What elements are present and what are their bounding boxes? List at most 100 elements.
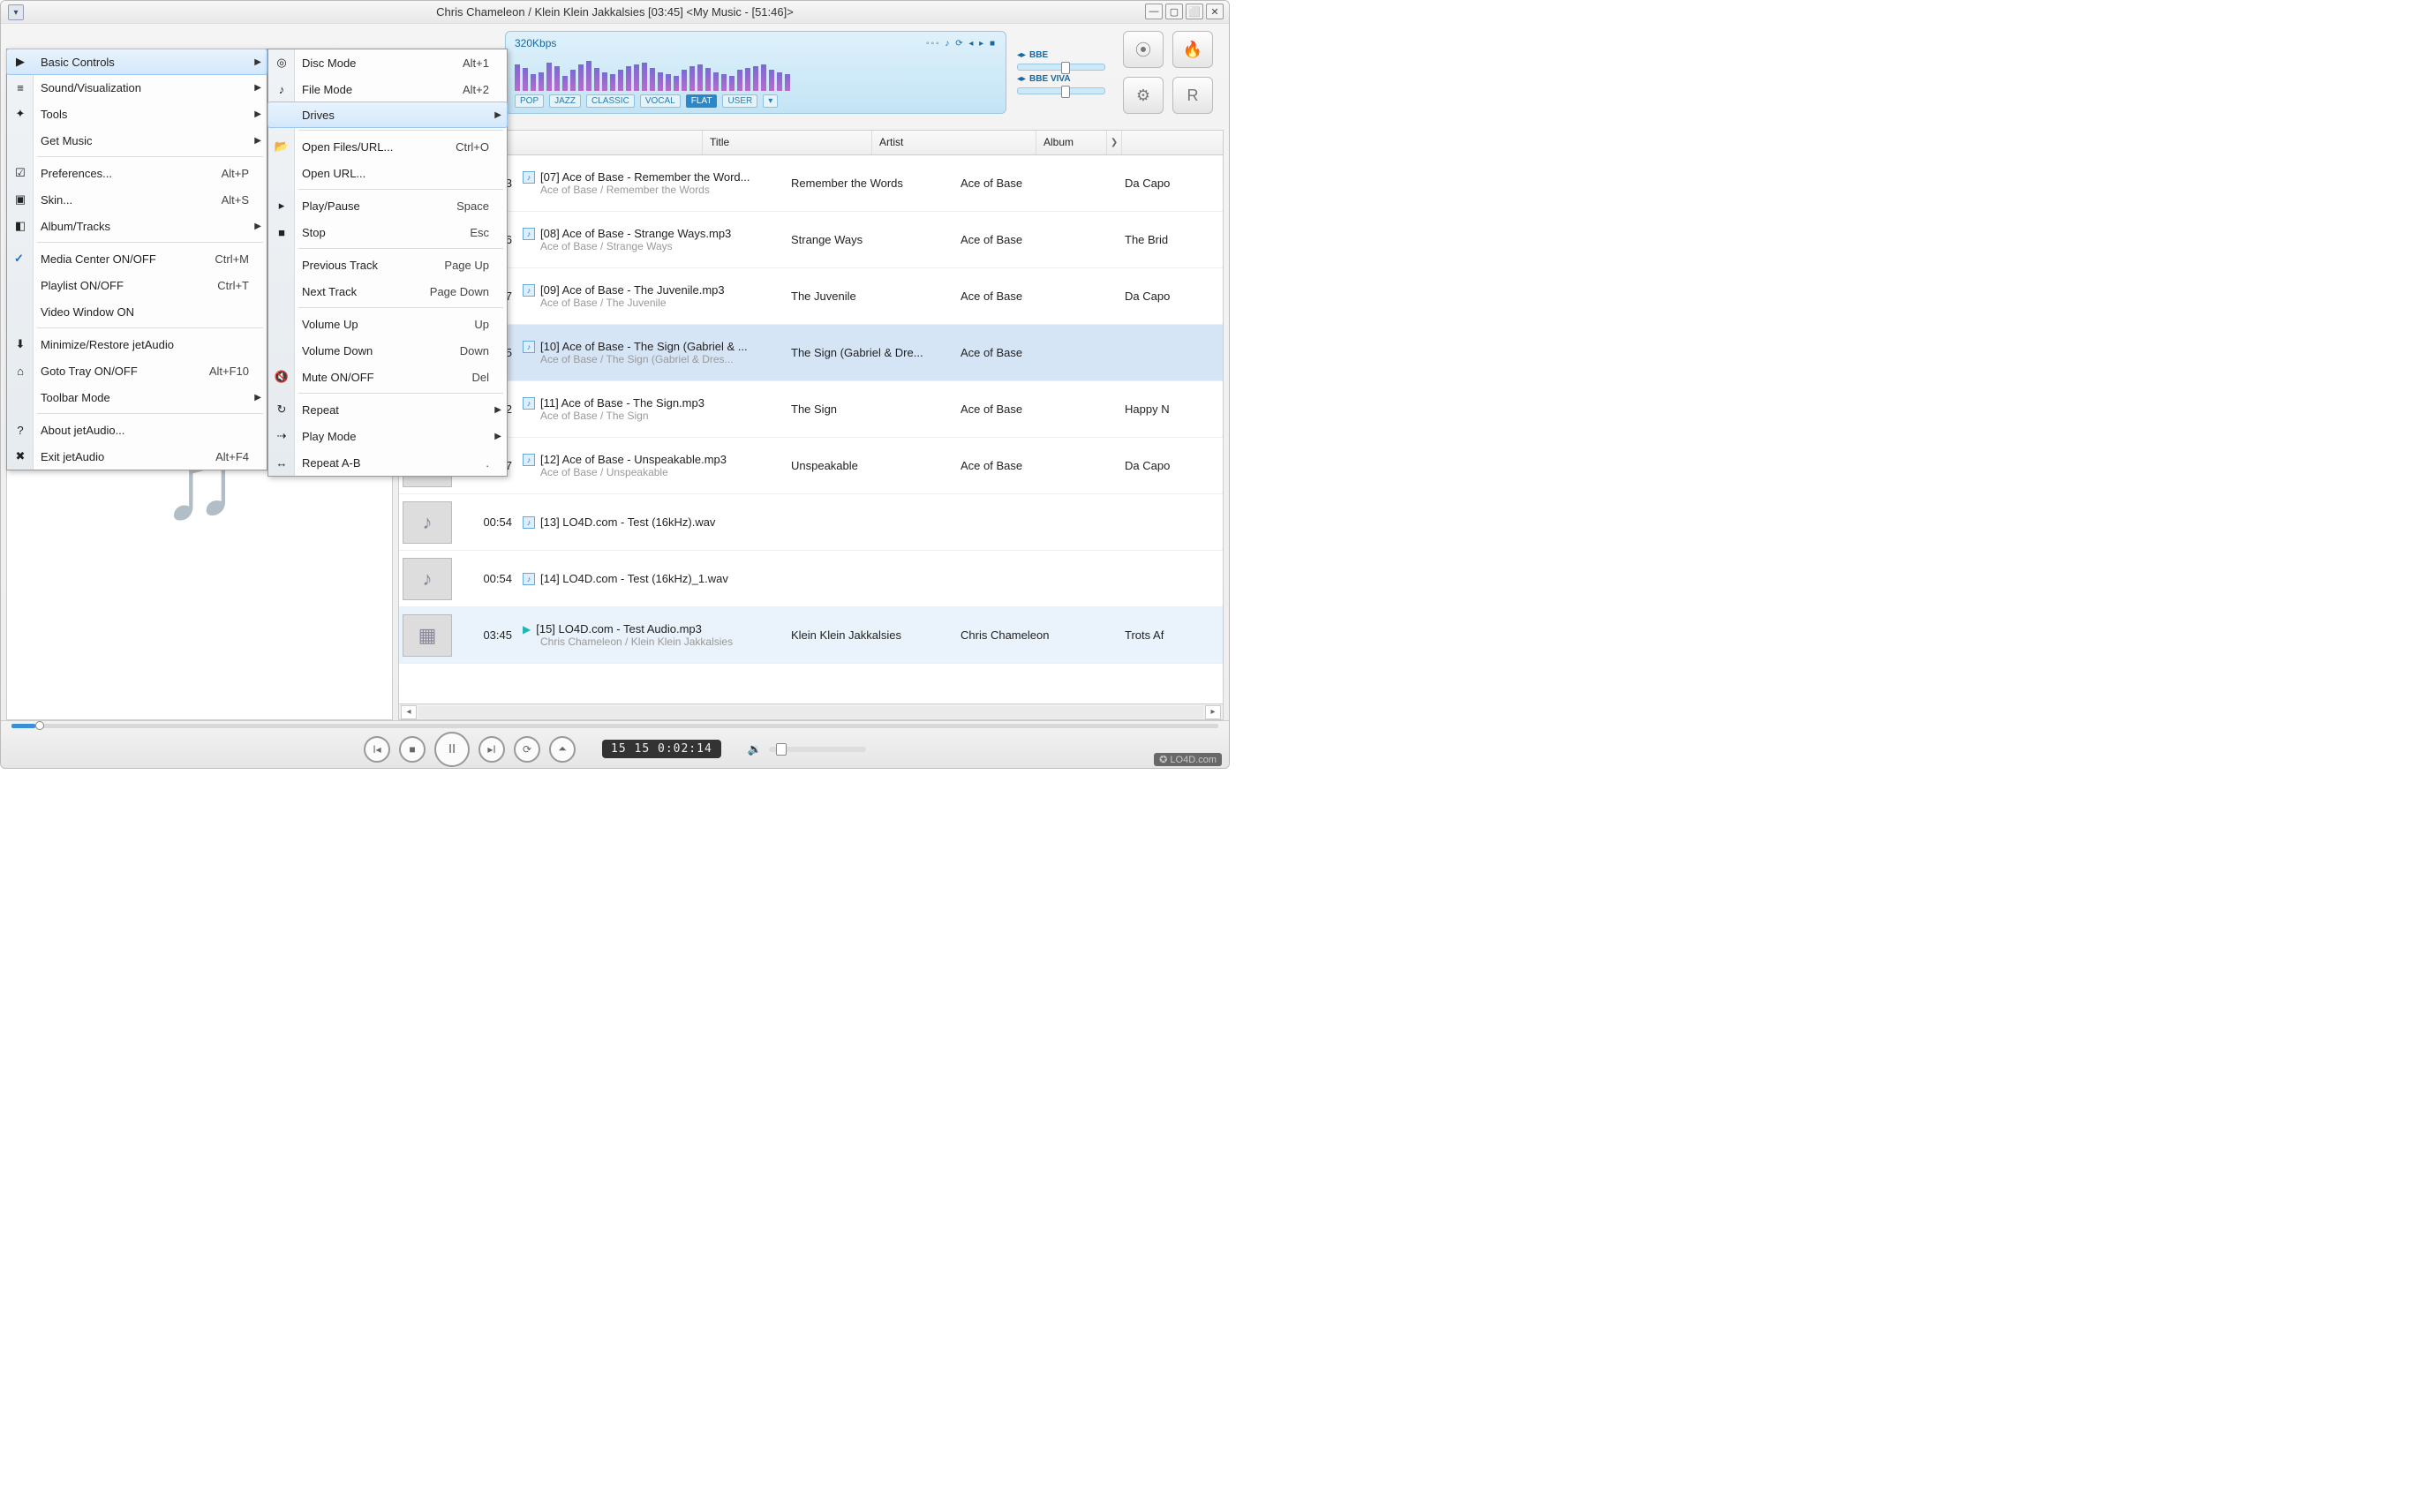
menu-item-volume-up[interactable]: Volume UpUp	[268, 311, 507, 337]
app-menu-button[interactable]: ▾	[8, 4, 24, 20]
maximize-button[interactable]: ⬜	[1186, 4, 1203, 19]
eq-bars[interactable]	[515, 49, 997, 94]
playlist-row[interactable]: ♪00:54♪[14] LO4D.com - Test (16kHz)_1.wa…	[399, 551, 1223, 607]
menu-item-album-tracks[interactable]: ◧Album/Tracks▶	[7, 213, 267, 239]
hscroll-track[interactable]	[418, 706, 1203, 718]
menu-item-mute-on-off[interactable]: 🔇Mute ON/OFFDel	[268, 364, 507, 390]
seek-bar[interactable]	[1, 721, 1229, 730]
menu-item-label: Goto Tray ON/OFF	[41, 365, 138, 378]
eq-preset-pop[interactable]: POP	[515, 94, 544, 108]
horizontal-scrollbar[interactable]: ◂ ▸	[399, 703, 1223, 719]
menu-item-label: Tools	[41, 108, 67, 121]
filename-text: [15] LO4D.com - Test Audio.mp3	[536, 622, 702, 636]
album-cell: Da Capo	[1125, 290, 1195, 303]
menu-item-label: Media Center ON/OFF	[41, 252, 156, 266]
album-art-thumb: ♪	[403, 501, 452, 544]
menu-item-minimize-restore-jetaudio[interactable]: ⬇Minimize/Restore jetAudio	[7, 331, 267, 357]
eq-preset-flat[interactable]: FLAT	[686, 94, 718, 108]
menu-shortcut: Alt+S	[222, 193, 249, 207]
menu-item-stop[interactable]: ■StopEsc	[268, 219, 507, 245]
eject-button[interactable]: ⏶	[549, 736, 576, 763]
col-header-artist[interactable]: Artist	[872, 131, 1036, 154]
menu-item-repeat-a-b[interactable]: ↔Repeat A-B.	[268, 449, 507, 476]
volume-control[interactable]: 🔉	[748, 742, 866, 756]
menu-item-repeat[interactable]: ↻Repeat▶	[268, 396, 507, 423]
menu-item-skin[interactable]: ▣Skin...Alt+S	[7, 186, 267, 213]
album-art-thumb: ♪	[403, 558, 452, 600]
col-header-more[interactable]: ❯	[1107, 131, 1122, 154]
prev-button[interactable]: I◂	[364, 736, 390, 763]
eq-presets[interactable]: POP JAZZ CLASSIC VOCAL FLAT USER ▾	[515, 94, 997, 108]
close-button[interactable]: ✕	[1206, 4, 1224, 19]
bbe-slider[interactable]	[1017, 64, 1105, 71]
menu-item-get-music[interactable]: Get Music▶	[7, 127, 267, 154]
eq-preset-classic[interactable]: CLASSIC	[586, 94, 635, 108]
menu-item-playlist-on-off[interactable]: Playlist ON/OFFCtrl+T	[7, 272, 267, 298]
menu-item-disc-mode[interactable]: ◎Disc ModeAlt+1	[268, 49, 507, 76]
menu-item-drives[interactable]: Drives▶	[267, 102, 508, 128]
menu-item-label: Playlist ON/OFF	[41, 279, 124, 292]
menu-shortcut: Ctrl+M	[215, 252, 249, 266]
playlist-row[interactable]: ✦03:17♪[12] Ace of Base - Unspeakable.mp…	[399, 438, 1223, 494]
menu-item-tools[interactable]: ✦Tools▶	[7, 101, 267, 127]
menu-item-file-mode[interactable]: ♪File ModeAlt+2	[268, 76, 507, 102]
next-button[interactable]: ▸I	[478, 736, 505, 763]
main-context-menu[interactable]: ▶Basic Controls▶≡Sound/Visualization▶✦To…	[6, 49, 267, 470]
playlist-row[interactable]: ♪00:54♪[13] LO4D.com - Test (16kHz).wav	[399, 494, 1223, 551]
menu-item-media-center-on-off[interactable]: ✓ Media Center ON/OFF Ctrl+M	[7, 245, 267, 272]
submenu-arrow-icon: ▶	[254, 136, 261, 146]
playlist-row[interactable]: ●12♪[11] Ace of Base - The Sign.mp3Ace o…	[399, 381, 1223, 438]
menu-item-icon: ▶	[12, 54, 28, 70]
playlist-row[interactable]: ●47♪[09] Ace of Base - The Juvenile.mp3A…	[399, 268, 1223, 325]
menu-item-toolbar-mode[interactable]: Toolbar Mode▶	[7, 384, 267, 410]
menu-item-open-url[interactable]: Open URL...	[268, 160, 507, 186]
eq-preset-more[interactable]: ▾	[763, 94, 778, 108]
menu-item-next-track[interactable]: Next TrackPage Down	[268, 278, 507, 305]
col-header-album[interactable]: Album	[1036, 131, 1107, 154]
volume-slider[interactable]	[769, 747, 866, 752]
menu-item-sound-visualization[interactable]: ≡Sound/Visualization▶	[7, 74, 267, 101]
menu-item-volume-down[interactable]: Volume DownDown	[268, 337, 507, 364]
play-pause-button[interactable]: II	[434, 732, 470, 767]
artist-cell: Ace of Base	[961, 177, 1125, 190]
playlist-row[interactable]: ●35♪[10] Ace of Base - The Sign (Gabriel…	[399, 325, 1223, 381]
menu-item-play-mode[interactable]: ⇢Play Mode▶	[268, 423, 507, 449]
eq-preset-user[interactable]: USER	[722, 94, 757, 108]
menu-item-icon: ◎	[274, 55, 290, 71]
stop-button[interactable]: ■	[399, 736, 426, 763]
menu-item-previous-track[interactable]: Previous TrackPage Up	[268, 252, 507, 278]
restore-button[interactable]: ▢	[1165, 4, 1183, 19]
basic-controls-submenu[interactable]: ◎Disc ModeAlt+1♪File ModeAlt+2Drives▶ 📂Op…	[267, 49, 508, 477]
hscroll-right[interactable]: ▸	[1205, 705, 1221, 719]
record-button[interactable]: ⟳	[514, 736, 540, 763]
bbeviva-slider[interactable]	[1017, 87, 1105, 94]
menu-item-basic-controls[interactable]: ▶Basic Controls▶	[6, 49, 267, 75]
eq-preset-vocal[interactable]: VOCAL	[640, 94, 681, 108]
mode-button-2[interactable]: ⚙	[1123, 77, 1164, 114]
menu-item-open-files-url[interactable]: 📂Open Files/URL...Ctrl+O	[268, 133, 507, 160]
hscroll-left[interactable]: ◂	[401, 705, 417, 719]
mode-button-3[interactable]: R	[1172, 77, 1213, 114]
grid-body[interactable]: ●43♪[07] Ace of Base - Remember the Word…	[399, 155, 1223, 703]
col-header-title[interactable]: Title	[703, 131, 872, 154]
minimize-button[interactable]: —	[1145, 4, 1163, 19]
mode-button-1[interactable]: 🔥	[1172, 31, 1213, 68]
menu-item-video-window-on[interactable]: Video Window ON	[7, 298, 267, 325]
menu-item-exit-jetaudio[interactable]: ✖Exit jetAudioAlt+F4	[7, 443, 267, 470]
menu-item-goto-tray-on-off[interactable]: ⌂Goto Tray ON/OFFAlt+F10	[7, 357, 267, 384]
menu-shortcut: Alt+F4	[215, 450, 249, 463]
menu-item-about-jetaudio[interactable]: ?About jetAudio...	[7, 417, 267, 443]
menu-item-label: Minimize/Restore jetAudio	[41, 338, 174, 351]
playlist-row[interactable]: ●26♪[08] Ace of Base - Strange Ways.mp3A…	[399, 212, 1223, 268]
playlist-row[interactable]: ▦03:45▶[15] LO4D.com - Test Audio.mp3Chr…	[399, 607, 1223, 664]
grid-header[interactable]: on File Name Title Artist Album ❯	[399, 131, 1223, 155]
menu-item-preferences[interactable]: ☑Preferences...Alt+P	[7, 160, 267, 186]
playlist-row[interactable]: ●43♪[07] Ace of Base - Remember the Word…	[399, 155, 1223, 212]
mode-button-0[interactable]: ⦿	[1123, 31, 1164, 68]
filename-text: [08] Ace of Base - Strange Ways.mp3	[540, 227, 731, 240]
check-icon: ✓	[14, 252, 24, 266]
eq-preset-jazz[interactable]: JAZZ	[549, 94, 581, 108]
filename-subtitle: Ace of Base / The Sign (Gabriel & Dres..…	[540, 353, 784, 365]
menu-item-play-pause[interactable]: ▸Play/PauseSpace	[268, 192, 507, 219]
artist-cell: Ace of Base	[961, 402, 1125, 416]
